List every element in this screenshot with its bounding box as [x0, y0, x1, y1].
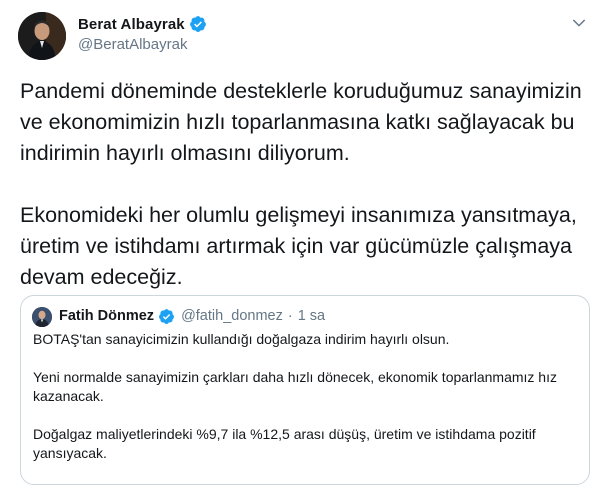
verified-badge-icon [158, 308, 175, 325]
author-avatar-image [18, 12, 66, 60]
verified-badge-icon [189, 15, 207, 33]
quoted-avatar-image [32, 307, 52, 327]
tweet-text: Pandemi döneminde desteklerle koruduğumu… [20, 76, 600, 293]
quoted-paragraph: Yeni normalde sanayimizin çarkları daha … [33, 369, 557, 404]
quoted-timestamp[interactable]: 1 sa [298, 308, 325, 324]
author-handle[interactable]: @BeratAlbayrak [78, 36, 187, 53]
chevron-down-icon[interactable] [570, 14, 588, 32]
quoted-tweet[interactable]: Fatih Dönmez @fatih_donmez · 1 sa BOTAŞ'… [20, 295, 590, 485]
author-name-row: Berat Albayrak [78, 14, 207, 34]
quoted-author-avatar [32, 307, 52, 327]
tweet-paragraph: Pandemi döneminde desteklerle koruduğumu… [20, 79, 582, 165]
tweet-paragraph: Ekonomideki her olumlu gelişmeyi insanım… [20, 203, 577, 289]
author-display-name[interactable]: Berat Albayrak [78, 16, 185, 33]
quoted-text: BOTAŞ'tan sanayicimizin kullandığı doğal… [33, 330, 581, 463]
quoted-paragraph: BOTAŞ'tan sanayicimizin kullandığı doğal… [33, 331, 450, 347]
author-avatar[interactable] [18, 12, 66, 60]
quoted-paragraph: Doğalgaz maliyetlerindeki %9,7 ila %12,5… [33, 426, 536, 461]
quoted-display-name: Fatih Dönmez [59, 308, 155, 324]
tweet-card: Berat Albayrak @BeratAlbayrak Pandemi dö… [0, 0, 614, 485]
quoted-separator: · [287, 308, 293, 324]
quoted-handle: @fatih_donmez [181, 308, 283, 324]
quoted-header: Fatih Dönmez @fatih_donmez · 1 sa [59, 306, 325, 326]
